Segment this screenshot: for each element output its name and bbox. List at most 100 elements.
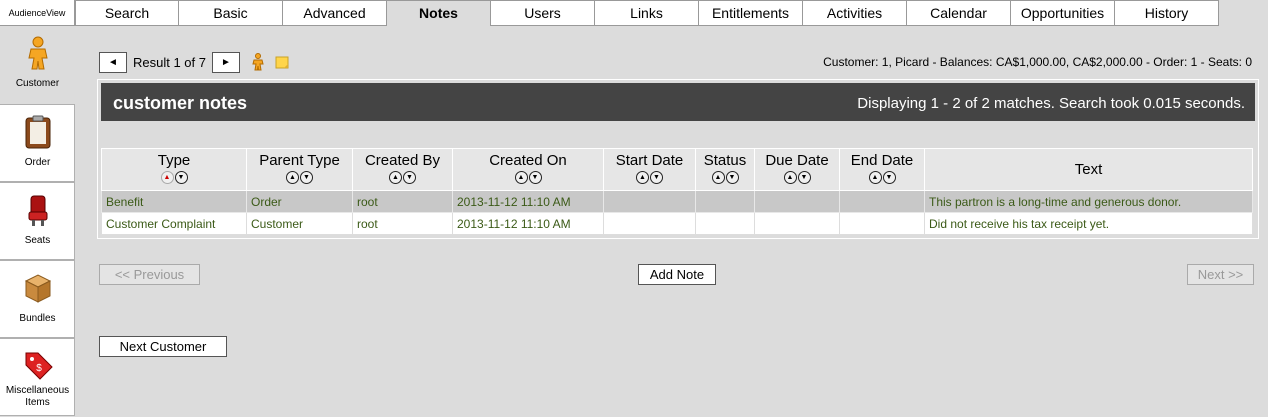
sort-controls: ▲ ▼	[453, 171, 603, 185]
rail-item-customer[interactable]: Customer	[0, 26, 75, 104]
sort-ascending-icon[interactable]: ▲	[783, 171, 797, 184]
sort-descending-icon[interactable]: ▼	[528, 171, 542, 184]
sort-descending-icon[interactable]: ▼	[797, 171, 811, 184]
sort-descending-icon[interactable]: ▼	[882, 171, 896, 184]
person-icon[interactable]	[250, 53, 266, 71]
rail-item-label: Seats	[24, 235, 51, 246]
sort-ascending-icon[interactable]: ▲	[711, 171, 725, 184]
seat-icon	[28, 195, 48, 226]
cell-created-on: 2013-11-12 11:10 AM	[452, 212, 604, 235]
cell-created-by: root	[352, 212, 453, 235]
sort-descending-icon[interactable]: ▼	[650, 171, 663, 184]
next-page-button[interactable]: Next >>	[1187, 264, 1254, 285]
note-icon[interactable]	[274, 53, 290, 71]
left-rail: Customer Order Seats Bundles $ Miscellan…	[0, 26, 75, 417]
cell-created-by: root	[352, 190, 453, 213]
cell-status	[695, 190, 755, 213]
sort-descending-icon[interactable]: ▼	[174, 171, 188, 184]
sort-controls: ▲ ▼	[840, 171, 924, 185]
rail-item-order[interactable]: Order	[0, 104, 75, 182]
rail-item-miscellaneous-items[interactable]: $ Miscellaneous Items	[0, 338, 75, 416]
sort-controls: ▲ ▼	[604, 171, 695, 185]
svg-text:$: $	[36, 363, 42, 374]
price-tag-icon: $	[25, 352, 53, 380]
column-header-end-date[interactable]: End Date ▲ ▼	[839, 148, 925, 191]
customer-notes-panel: customer notes Displaying 1 - 2 of 2 mat…	[97, 79, 1259, 239]
column-header-due-date[interactable]: Due Date ▲ ▼	[754, 148, 840, 191]
table-header-row: Type ▲ ▼ Parent Type ▲ ▼ Created By ▲ ▼ Cre…	[101, 148, 1253, 191]
rail-item-label: Miscellaneous Items	[5, 385, 70, 408]
table-row[interactable]: Customer Complaint Customer root 2013-11…	[101, 212, 1253, 235]
sort-controls: ▲ ▼	[755, 171, 839, 185]
notes-table: Type ▲ ▼ Parent Type ▲ ▼ Created By ▲ ▼ Cre…	[101, 148, 1253, 235]
sort-descending-icon[interactable]: ▼	[725, 171, 739, 184]
top-tab-bar: AudienceView Search Basic Advanced Notes…	[0, 0, 1268, 26]
cell-type: Customer Complaint	[101, 212, 247, 235]
result-counter: Result 1 of 7	[133, 54, 206, 70]
tab-calendar[interactable]: Calendar	[907, 0, 1011, 26]
tab-opportunities[interactable]: Opportunities	[1011, 0, 1115, 26]
rail-item-label: Order	[24, 157, 51, 168]
next-result-button[interactable]: ►	[212, 51, 240, 73]
sort-descending-icon[interactable]: ▼	[300, 171, 313, 184]
tab-notes[interactable]: Notes	[387, 0, 491, 26]
cell-due-date	[754, 190, 840, 213]
previous-result-button[interactable]: ◄	[99, 51, 127, 73]
cell-due-date	[754, 212, 840, 235]
panel-title: customer notes	[113, 93, 248, 113]
column-header-type[interactable]: Type ▲ ▼	[101, 148, 247, 191]
cell-type: Benefit	[101, 190, 247, 213]
tab-advanced[interactable]: Advanced	[283, 0, 387, 26]
rail-item-label: Bundles	[19, 313, 56, 324]
customer-summary: Customer: 1, Picard - Balances: CA$1,000…	[823, 55, 1252, 69]
column-header-start-date[interactable]: Start Date ▲ ▼	[603, 148, 696, 191]
tab-activities[interactable]: Activities	[803, 0, 907, 26]
tab-history[interactable]: History	[1115, 0, 1219, 26]
cell-end-date	[839, 212, 925, 235]
sort-ascending-icon[interactable]: ▲	[389, 171, 402, 184]
box-icon	[24, 274, 52, 303]
cell-start-date	[603, 190, 696, 213]
cell-parent-type: Customer	[246, 212, 353, 235]
sort-ascending-icon[interactable]: ▲	[286, 171, 299, 184]
sort-controls: ▲ ▼	[102, 171, 246, 185]
brand-logo: AudienceView	[0, 0, 75, 26]
column-header-status[interactable]: Status ▲ ▼	[695, 148, 755, 191]
sort-controls: ▲ ▼	[247, 171, 352, 185]
rail-item-label: Customer	[15, 78, 60, 89]
sort-ascending-icon[interactable]: ▲	[160, 171, 174, 184]
cell-parent-type: Order	[246, 190, 353, 213]
column-header-created-by[interactable]: Created By ▲ ▼	[352, 148, 453, 191]
tab-users[interactable]: Users	[491, 0, 595, 26]
column-header-parent-type[interactable]: Parent Type ▲ ▼	[246, 148, 353, 191]
add-note-button[interactable]: Add Note	[638, 264, 716, 285]
column-header-text: Text	[924, 148, 1253, 191]
clipboard-icon	[25, 115, 51, 149]
result-navigator: ◄ Result 1 of 7 ►	[99, 51, 290, 73]
sort-ascending-icon[interactable]: ▲	[514, 171, 528, 184]
tab-basic[interactable]: Basic	[179, 0, 283, 26]
person-icon	[28, 36, 48, 70]
previous-page-button[interactable]: << Previous	[99, 264, 200, 285]
search-status: Displaying 1 - 2 of 2 matches. Search to…	[857, 95, 1245, 112]
sort-controls: ▲ ▼	[696, 171, 754, 185]
cell-status	[695, 212, 755, 235]
panel-header: customer notes Displaying 1 - 2 of 2 mat…	[101, 83, 1255, 121]
rail-item-seats[interactable]: Seats	[0, 182, 75, 260]
sort-ascending-icon[interactable]: ▲	[868, 171, 882, 184]
cell-text: Did not receive his tax receipt yet.	[924, 212, 1253, 235]
sort-ascending-icon[interactable]: ▲	[636, 171, 649, 184]
tab-search[interactable]: Search	[75, 0, 179, 26]
cell-text: This partron is a long-time and generous…	[924, 190, 1253, 213]
sort-controls: ▲ ▼	[353, 171, 452, 185]
tab-links[interactable]: Links	[595, 0, 699, 26]
cell-created-on: 2013-11-12 11:10 AM	[452, 190, 604, 213]
tab-entitlements[interactable]: Entitlements	[699, 0, 803, 26]
sort-descending-icon[interactable]: ▼	[403, 171, 416, 184]
cell-start-date	[603, 212, 696, 235]
column-header-created-on[interactable]: Created On ▲ ▼	[452, 148, 604, 191]
next-customer-button[interactable]: Next Customer	[99, 336, 227, 357]
rail-item-bundles[interactable]: Bundles	[0, 260, 75, 338]
cell-end-date	[839, 190, 925, 213]
table-row[interactable]: Benefit Order root 2013-11-12 11:10 AM T…	[101, 190, 1253, 213]
